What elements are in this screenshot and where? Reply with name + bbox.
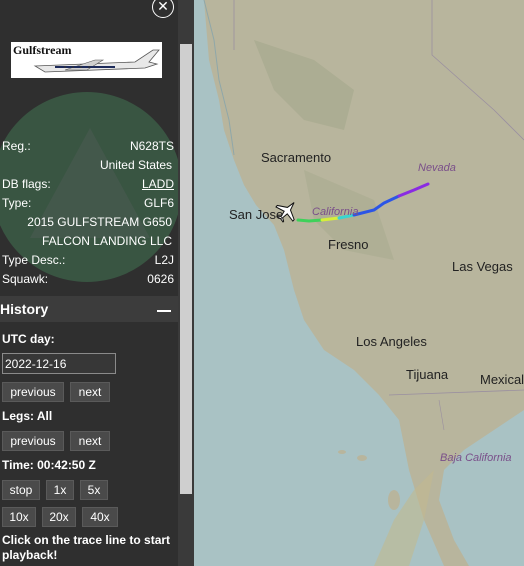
state-label-nevada: Nevada (418, 162, 456, 174)
flight-trace[interactable] (194, 0, 524, 566)
typedesc-value: L2J (154, 253, 174, 267)
history-header[interactable]: History (0, 296, 178, 322)
state-label-baja-california: Baja California (440, 452, 512, 464)
trace-segment-blue[interactable] (352, 194, 401, 217)
city-label-tijuana: Tijuana (406, 367, 449, 382)
close-icon[interactable]: ✕ (152, 0, 174, 18)
reg-value: N628TS (129, 139, 174, 153)
ladd-link[interactable]: LADD (142, 177, 174, 191)
scrollbar-thumb[interactable] (180, 44, 192, 494)
speed-5x-button[interactable]: 5x (80, 480, 108, 500)
minus-icon[interactable] (157, 310, 171, 312)
city-label-las-vegas: Las Vegas (452, 259, 513, 274)
city-label-fresno: Fresno (328, 237, 369, 252)
time-label: Time: 00:42:50 Z (2, 458, 96, 472)
legs-previous-button[interactable]: previous (2, 431, 64, 451)
utc-day-input[interactable]: 2022-12-16 (2, 353, 116, 374)
map-view[interactable]: Sacramento San Jose Fresno Las Vegas Los… (194, 0, 524, 566)
trace-segment-green[interactable] (296, 218, 324, 223)
sidebar-scrollbar[interactable] (178, 0, 194, 566)
playback-note: Click on the trace line to start playbac… (2, 533, 171, 562)
speed-stop-button[interactable]: stop (2, 480, 40, 500)
speed-20x-button[interactable]: 20x (42, 507, 76, 527)
aircraft-owner: FALCON LANDING LLC (41, 234, 172, 248)
legs-next-button[interactable]: next (70, 431, 110, 451)
reg-label: Reg.: (2, 139, 31, 153)
dbflags-label: DB flags: (2, 177, 51, 191)
speed-10x-button[interactable]: 10x (2, 507, 36, 527)
operator-logo: Gulfstream (11, 42, 162, 78)
city-label-los-angeles: Los Angeles (356, 334, 427, 349)
city-label-mexicali: Mexicali (480, 372, 524, 387)
city-label-san-jose: San Jose (229, 207, 284, 222)
day-next-button[interactable]: next (70, 382, 110, 402)
squawk-label: Squawk: (2, 272, 49, 286)
trace-segment-violet[interactable] (397, 182, 430, 198)
city-label-sacramento: Sacramento (261, 150, 332, 165)
history-title: History (0, 301, 49, 317)
squawk-value: 0626 (147, 272, 174, 286)
aircraft-model: 2015 GULFSTREAM G650 (27, 215, 172, 229)
speed-40x-button[interactable]: 40x (82, 507, 118, 527)
state-label-california: California (312, 206, 359, 218)
utc-day-label: UTC day: (2, 332, 55, 346)
info-sidebar: ✕ Gulfstream Reg.: N628TS United States … (0, 0, 178, 566)
type-label: Type: (2, 196, 32, 210)
typedesc-label: Type Desc.: (2, 253, 66, 267)
speed-1x-button[interactable]: 1x (46, 480, 74, 500)
country: United States (99, 158, 172, 172)
trace-segment-yellow[interactable] (320, 216, 341, 222)
day-previous-button[interactable]: previous (2, 382, 64, 402)
type-value: GLF6 (143, 196, 174, 210)
legs-label: Legs: All (2, 409, 53, 423)
gulfstream-jet-icon (33, 49, 160, 73)
